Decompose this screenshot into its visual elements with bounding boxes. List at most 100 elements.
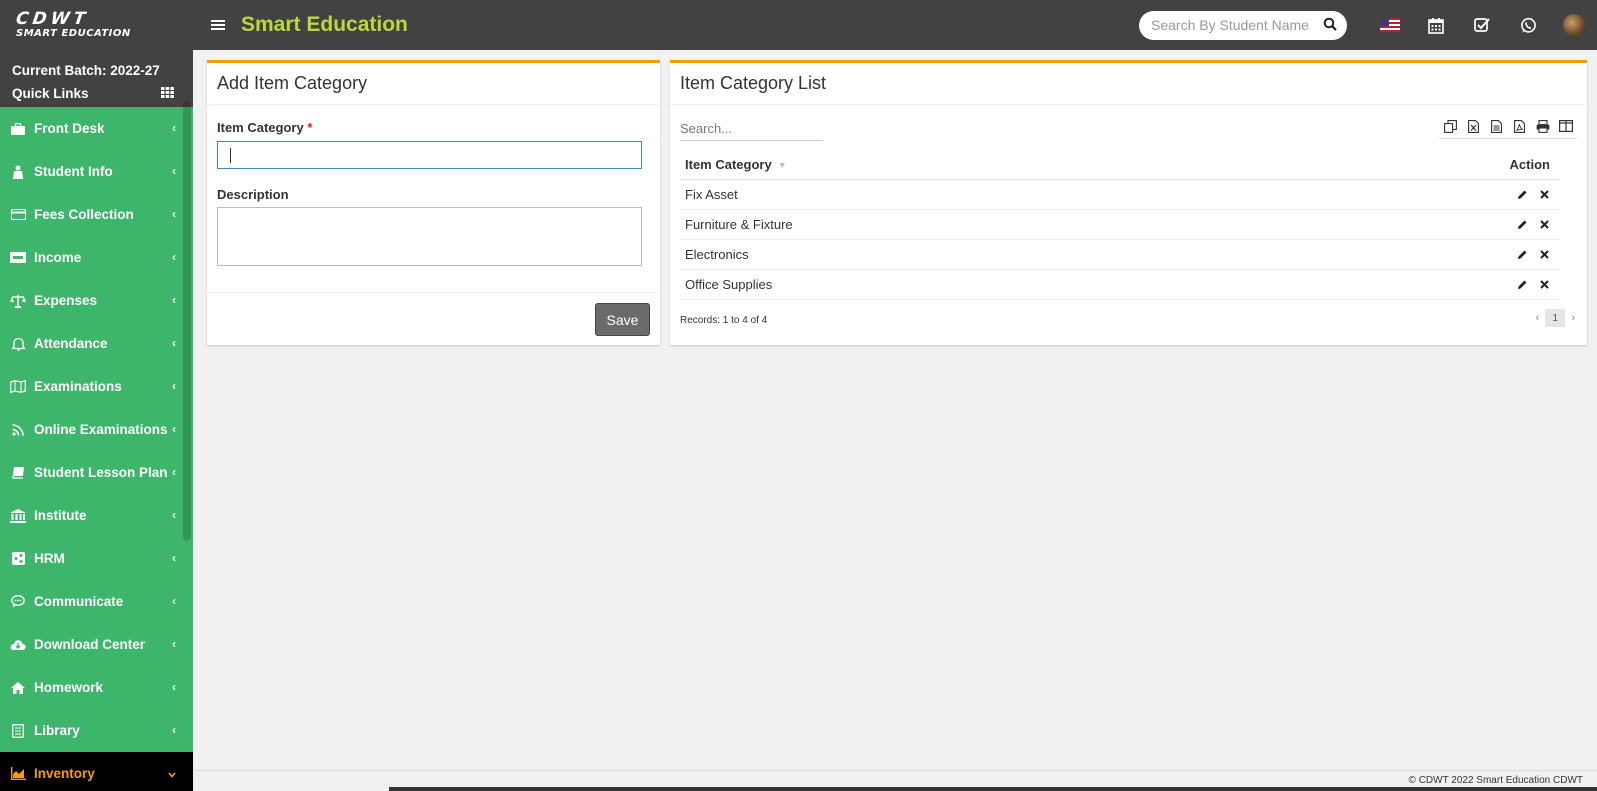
- chevron-left-icon: ‹: [172, 250, 176, 264]
- grid-icon[interactable]: [161, 82, 174, 105]
- sidebar-item-download-center[interactable]: Download Center ‹: [0, 623, 193, 666]
- edit-pencil-icon[interactable]: [1516, 219, 1528, 231]
- sidebar-item-library[interactable]: Library ‹: [0, 709, 193, 752]
- edit-pencil-icon[interactable]: [1516, 189, 1528, 201]
- sort-down-icon[interactable]: ▼: [778, 160, 787, 170]
- delete-x-icon[interactable]: [1538, 279, 1550, 291]
- save-button[interactable]: Save: [595, 303, 650, 336]
- copy-icon[interactable]: [1439, 117, 1462, 135]
- panel-title: Item Category List: [670, 63, 1587, 105]
- chevron-down-icon: [168, 767, 176, 781]
- sidebar-item-online-examinations[interactable]: Online Examinations ‹: [0, 408, 193, 451]
- visa-card-icon: [10, 250, 26, 266]
- bottom-strip: [389, 787, 1597, 791]
- book-icon: [10, 465, 26, 481]
- sidebar-item-label: Expenses: [34, 293, 98, 308]
- sidebar-item-income[interactable]: Income ‹: [0, 236, 193, 279]
- edit-pencil-icon[interactable]: [1516, 249, 1528, 261]
- chat-icon: [10, 594, 26, 610]
- export-toolbar: [1439, 117, 1577, 139]
- sidebar-item-label: HRM: [34, 551, 65, 566]
- sidebar-item-inventory[interactable]: Inventory: [0, 752, 193, 791]
- sidebar-item-label: Examinations: [34, 379, 122, 394]
- cell-item-category: Office Supplies: [685, 277, 773, 292]
- table-header: Item Category ▼ Action: [680, 150, 1560, 180]
- sidebar-item-expenses[interactable]: Expenses ‹: [0, 279, 193, 322]
- student-search-input[interactable]: [1151, 17, 1311, 33]
- description-textarea[interactable]: [217, 207, 642, 266]
- csv-icon[interactable]: [1485, 117, 1508, 135]
- search-icon[interactable]: [1323, 17, 1337, 34]
- next-page-button[interactable]: ›: [1571, 312, 1575, 324]
- sidebar-item-attendance[interactable]: Attendance ‹: [0, 322, 193, 365]
- item-category-label: Item Category *: [217, 120, 313, 135]
- sidebar-item-label: Institute: [34, 508, 87, 523]
- bank-icon: [10, 508, 26, 524]
- delete-x-icon[interactable]: [1538, 219, 1550, 231]
- delete-x-icon[interactable]: [1538, 249, 1550, 261]
- table-row: Electronics: [680, 240, 1560, 270]
- student-icon: [10, 164, 26, 180]
- columns-icon[interactable]: [1554, 117, 1577, 135]
- quick-links-label: Quick Links: [12, 86, 89, 101]
- sidebar-item-hrm[interactable]: HRM ‹: [0, 537, 193, 580]
- table-row: Furniture & Fixture: [680, 210, 1560, 240]
- library-icon: [10, 723, 26, 739]
- list-search-input[interactable]: Search...: [680, 119, 823, 141]
- home-icon: [10, 680, 26, 696]
- chart-icon: [10, 766, 26, 782]
- chevron-left-icon: ‹: [172, 680, 176, 694]
- chevron-left-icon: ‹: [172, 465, 176, 479]
- user-avatar[interactable]: [1551, 0, 1597, 50]
- current-batch-label: Current Batch: 2022-27: [12, 63, 160, 78]
- sidebar-item-student-lesson-plan[interactable]: Student Lesson Plan ‹: [0, 451, 193, 494]
- sidebar-item-label: Student Info: [34, 164, 113, 179]
- item-category-input[interactable]: [217, 141, 642, 169]
- chevron-left-icon: ‹: [172, 723, 176, 737]
- cloud-download-icon: [10, 637, 26, 653]
- rss-icon: [10, 422, 26, 438]
- chevron-left-icon: ‹: [172, 379, 176, 393]
- sidebar-item-communicate[interactable]: Communicate ‹: [0, 580, 193, 623]
- logo-subtext: SMART EDUCATION: [16, 27, 131, 39]
- sidebar-item-front-desk[interactable]: Front Desk ‹: [0, 107, 193, 150]
- sidebar-item-student-info[interactable]: Student Info ‹: [0, 150, 193, 193]
- print-icon[interactable]: [1531, 117, 1554, 135]
- sidebar-item-examinations[interactable]: Examinations ‹: [0, 365, 193, 408]
- edit-pencil-icon[interactable]: [1516, 279, 1528, 291]
- table-row: Office Supplies: [680, 270, 1560, 300]
- top-navbar: CDWT SMART EDUCATION Smart Education: [0, 0, 1597, 50]
- sidebar: Current Batch: 2022-27 Quick Links Front…: [0, 50, 193, 791]
- sidebar-item-label: Communicate: [34, 594, 124, 609]
- briefcase-icon: [10, 121, 26, 137]
- cell-item-category: Fix Asset: [685, 187, 738, 202]
- menu-icon[interactable]: [211, 15, 229, 36]
- panel-title: Add Item Category: [207, 63, 660, 105]
- sidebar-scrollbar[interactable]: [183, 101, 191, 541]
- chevron-left-icon: ‹: [172, 121, 176, 135]
- cell-item-category: Furniture & Fixture: [685, 217, 793, 232]
- calendar-icon[interactable]: [1413, 0, 1459, 50]
- sidebar-item-homework[interactable]: Homework ‹: [0, 666, 193, 709]
- sidebar-item-fees-collection[interactable]: Fees Collection ‹: [0, 193, 193, 236]
- sidebar-item-institute[interactable]: Institute ‹: [0, 494, 193, 537]
- required-mark: *: [307, 120, 313, 135]
- check-square-icon[interactable]: [1459, 0, 1505, 50]
- chevron-left-icon: ‹: [172, 336, 176, 350]
- logo[interactable]: CDWT SMART EDUCATION: [0, 0, 197, 50]
- page-1-button[interactable]: 1: [1545, 309, 1566, 327]
- sidebar-item-label: Fees Collection: [34, 207, 134, 222]
- prev-page-button[interactable]: ‹: [1536, 312, 1540, 324]
- column-header-item-category[interactable]: Item Category: [685, 157, 772, 172]
- text-caret: [230, 148, 231, 163]
- us-flag-icon[interactable]: [1367, 0, 1413, 50]
- records-count: Records: 1 to 4 of 4: [680, 315, 768, 326]
- whatsapp-icon[interactable]: [1505, 0, 1551, 50]
- delete-x-icon[interactable]: [1538, 189, 1550, 201]
- excel-icon[interactable]: [1462, 117, 1485, 135]
- description-label: Description: [217, 187, 289, 202]
- form-footer-divider: [207, 292, 660, 293]
- sitemap-icon: [10, 551, 26, 567]
- chevron-left-icon: ‹: [172, 508, 176, 522]
- pdf-icon[interactable]: [1508, 117, 1531, 135]
